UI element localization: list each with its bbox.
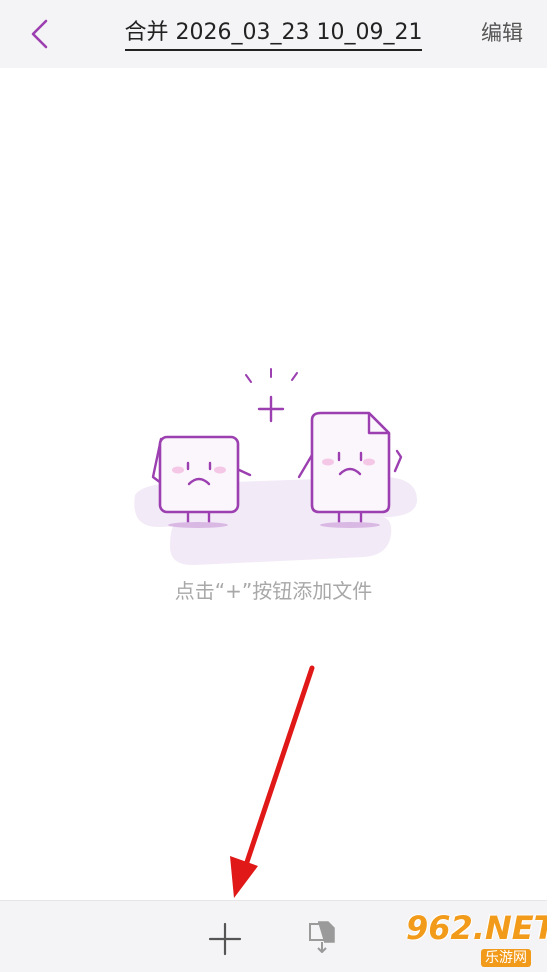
watermark-logo-text: 962.NET (406, 909, 547, 947)
edit-button[interactable]: 编辑 (481, 18, 523, 48)
watermark-sub-text: 乐游网 (481, 949, 531, 967)
app-screen: 合并 2026_03_23 10_09_21 编辑 点击“+”按钮添加文件 96… (0, 0, 547, 972)
import-files-icon (309, 921, 335, 953)
add-file-button[interactable] (203, 917, 247, 961)
red-arrow-annotation (230, 665, 315, 898)
bottom-toolbar: 962.NET 乐游网 (0, 900, 547, 972)
top-bar: 合并 2026_03_23 10_09_21 编辑 (0, 0, 547, 68)
page-title: 合并 2026_03_23 10_09_21 (0, 18, 547, 51)
plus-icon (208, 922, 242, 956)
page-title-text: 合并 2026_03_23 10_09_21 (124, 18, 423, 51)
watermark-logo: 962.NET 乐游网 (406, 905, 547, 971)
import-files-button[interactable] (300, 915, 344, 959)
empty-state-illustration (134, 368, 417, 566)
empty-hint-text: 点击“+”按钮添加文件 (174, 579, 373, 603)
